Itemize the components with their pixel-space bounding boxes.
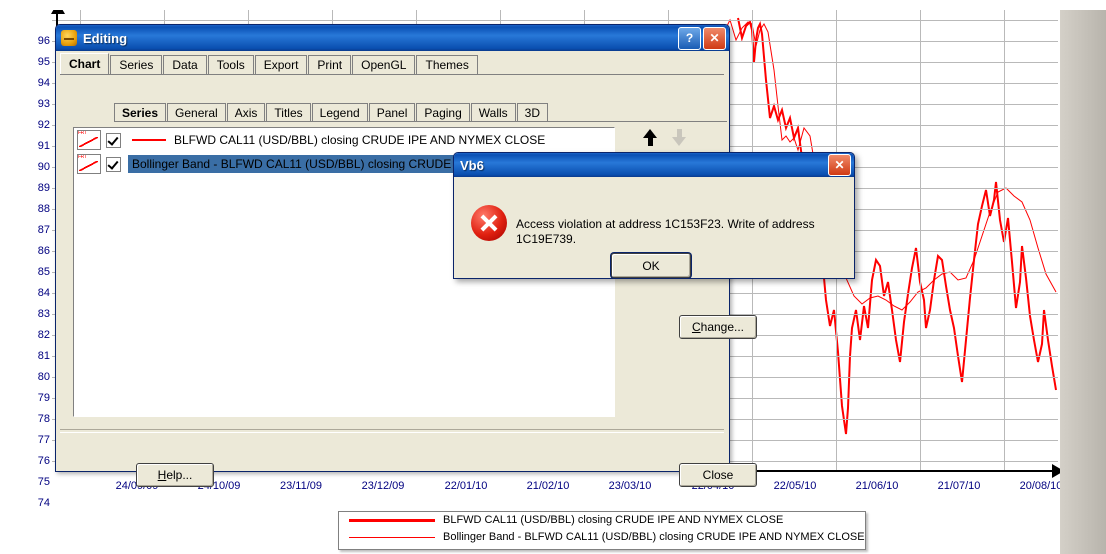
- x-tick: 23/12/09: [361, 480, 405, 492]
- tab-themes[interactable]: Themes: [416, 55, 478, 75]
- y-tick: 83: [37, 308, 50, 320]
- y-tick: 87: [37, 224, 50, 236]
- legend-swatch-icon: [349, 512, 435, 522]
- series-line-icon: FRT: [77, 154, 101, 174]
- tab-data[interactable]: Data: [163, 55, 207, 75]
- close-icon[interactable]: ✕: [828, 154, 851, 176]
- help-button-label: elp...: [166, 468, 193, 482]
- y-tick: 75: [37, 476, 50, 488]
- y-tick: 88: [37, 203, 50, 215]
- primary-tab-separator: [60, 74, 724, 75]
- y-tick: 76: [37, 455, 50, 467]
- series-label: BLFWD CAL11 (USD/BBL) closing CRUDE IPE …: [174, 133, 546, 147]
- x-tick: 22/01/10: [444, 480, 488, 492]
- x-tick: 20/08/10: [1019, 480, 1063, 492]
- y-tick: 90: [37, 161, 50, 173]
- primary-tab-strip: Chart Series Data Tools Export Print Ope…: [60, 53, 479, 75]
- ok-button[interactable]: OK: [611, 253, 691, 278]
- list-item[interactable]: FRT BLFWD CAL11 (USD/BBL) closing CRUDE …: [74, 128, 614, 152]
- subtab-walls[interactable]: Walls: [470, 103, 516, 122]
- chart-legend: BLFWD CAL11 (USD/BBL) closing CRUDE IPE …: [338, 511, 866, 550]
- subtab-general[interactable]: General: [167, 103, 226, 122]
- vb6-dialog-body: Access violation at address 1C153F23. Wr…: [454, 177, 854, 278]
- tab-series[interactable]: Series: [110, 55, 163, 75]
- legend-label: BLFWD CAL11 (USD/BBL) closing CRUDE IPE …: [443, 514, 784, 526]
- y-tick: 96: [37, 35, 50, 47]
- subtab-3d[interactable]: 3D: [516, 103, 548, 122]
- y-tick: 89: [37, 182, 50, 194]
- x-tick: 22/05/10: [773, 480, 817, 492]
- move-series-down-button[interactable]: [669, 129, 689, 149]
- series-visible-checkbox[interactable]: [106, 156, 121, 172]
- subtab-titles[interactable]: Titles: [266, 103, 311, 122]
- vb6-error-dialog: Vb6 ✕ Access violation at address 1C153F…: [453, 152, 855, 279]
- editing-window-title: Editing: [83, 30, 128, 46]
- y-tick: 95: [37, 56, 50, 68]
- series-label: Bollinger Band - BLFWD CAL11 (USD/BBL) c…: [132, 157, 474, 171]
- close-button[interactable]: Close: [679, 463, 757, 487]
- move-series-up-button[interactable]: [640, 129, 660, 149]
- y-tick: 79: [37, 392, 50, 404]
- secondary-tab-strip: Series General Axis Titles Legend Panel …: [114, 102, 549, 122]
- subtab-series[interactable]: Series: [114, 103, 167, 122]
- legend-item: Bollinger Band - BLFWD CAL11 (USD/BBL) c…: [339, 529, 865, 546]
- x-tick: 21/02/10: [526, 480, 570, 492]
- change-button[interactable]: Change...: [679, 315, 757, 339]
- desktop-background-panel: [1060, 0, 1106, 554]
- subtab-axis[interactable]: Axis: [226, 103, 266, 122]
- y-tick: 91: [37, 140, 50, 152]
- arrow-up-stem: [647, 138, 653, 146]
- footer-separator: [60, 429, 724, 433]
- tab-tools[interactable]: Tools: [207, 55, 254, 75]
- close-titlebar-button[interactable]: ✕: [703, 26, 726, 50]
- x-tick: 23/11/09: [279, 480, 323, 492]
- legend-swatch-icon: [349, 529, 435, 538]
- series-line-icon: FRT: [77, 130, 101, 150]
- subtab-panel[interactable]: Panel: [368, 103, 416, 122]
- vb6-error-message: Access violation at address 1C153F23. Wr…: [516, 217, 815, 246]
- change-button-label: hange...: [700, 320, 745, 334]
- help-button[interactable]: Help...: [136, 463, 214, 487]
- legend-item: BLFWD CAL11 (USD/BBL) closing CRUDE IPE …: [339, 512, 865, 529]
- series-visible-checkbox[interactable]: [106, 132, 121, 148]
- vb6-titlebar[interactable]: Vb6 ✕: [454, 153, 854, 177]
- y-tick: 94: [37, 77, 50, 89]
- y-axis: 96 95 94 93 92 91 90 89 88 87 86 85 84 8…: [10, 0, 50, 509]
- tab-chart[interactable]: Chart: [60, 53, 110, 75]
- x-tick: 21/06/10: [855, 480, 899, 492]
- y-tick: 93: [37, 98, 50, 110]
- series-color-swatch-icon: [132, 139, 166, 141]
- secondary-tab-separator: [114, 121, 727, 122]
- y-tick: 74: [37, 497, 50, 509]
- tab-print[interactable]: Print: [308, 55, 352, 75]
- tab-opengl[interactable]: OpenGL: [352, 55, 416, 75]
- y-tick: 80: [37, 371, 50, 383]
- arrow-down-stem: [676, 129, 682, 137]
- chart-app-icon: [61, 30, 77, 46]
- subtab-paging[interactable]: Paging: [416, 103, 470, 122]
- error-icon: [471, 205, 507, 241]
- y-tick: 92: [37, 119, 50, 131]
- y-tick: 81: [37, 350, 50, 362]
- y-tick: 85: [37, 266, 50, 278]
- legend-label: Bollinger Band - BLFWD CAL11 (USD/BBL) c…: [443, 531, 865, 543]
- y-tick: 86: [37, 245, 50, 257]
- editing-titlebar[interactable]: Editing ? ✕: [56, 25, 729, 51]
- tab-export[interactable]: Export: [254, 55, 308, 75]
- x-tick: 23/03/10: [608, 480, 652, 492]
- y-tick: 82: [37, 329, 50, 341]
- y-tick: 84: [37, 287, 50, 299]
- help-titlebar-button[interactable]: ?: [678, 26, 701, 50]
- y-tick: 77: [37, 434, 50, 446]
- subtab-legend[interactable]: Legend: [311, 103, 368, 122]
- top-white-strip: [0, 0, 1106, 10]
- vb6-dialog-title: Vb6: [460, 157, 484, 173]
- arrow-down-icon: [672, 137, 686, 146]
- screen: 96 95 94 93 92 91 90 89 88 87 86 85 84 8…: [0, 0, 1106, 554]
- x-tick: 21/07/10: [937, 480, 981, 492]
- y-tick: 78: [37, 413, 50, 425]
- arrow-up-icon: [643, 129, 657, 138]
